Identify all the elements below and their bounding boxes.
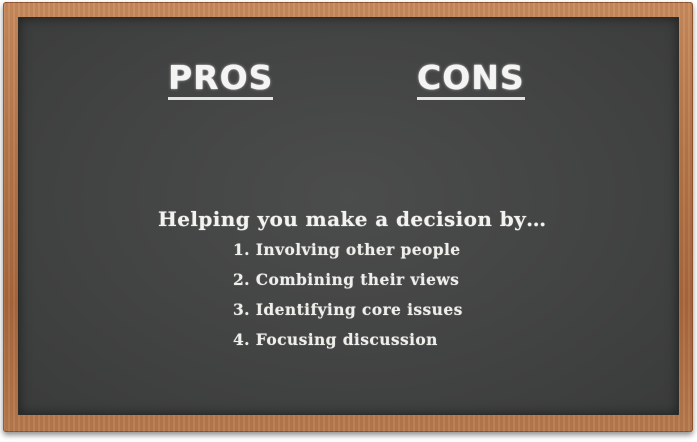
list-item: 4. Focusing discussion — [233, 330, 438, 349]
chalkboard-surface: PROS CONS Helping you make a decision by… — [18, 17, 679, 415]
list-item: 2. Combining their views — [233, 270, 460, 289]
chalkboard-frame: PROS CONS Helping you make a decision by… — [3, 2, 693, 432]
list-item: 3. Identifying core issues — [233, 300, 463, 319]
intro-text: Helping you make a decision by… — [158, 207, 547, 231]
cons-heading: CONS — [417, 61, 525, 100]
pros-heading: PROS — [168, 61, 274, 100]
list-item: 1. Involving other people — [233, 240, 461, 259]
benefits-list: 1. Involving other people 2. Combining t… — [233, 240, 463, 360]
